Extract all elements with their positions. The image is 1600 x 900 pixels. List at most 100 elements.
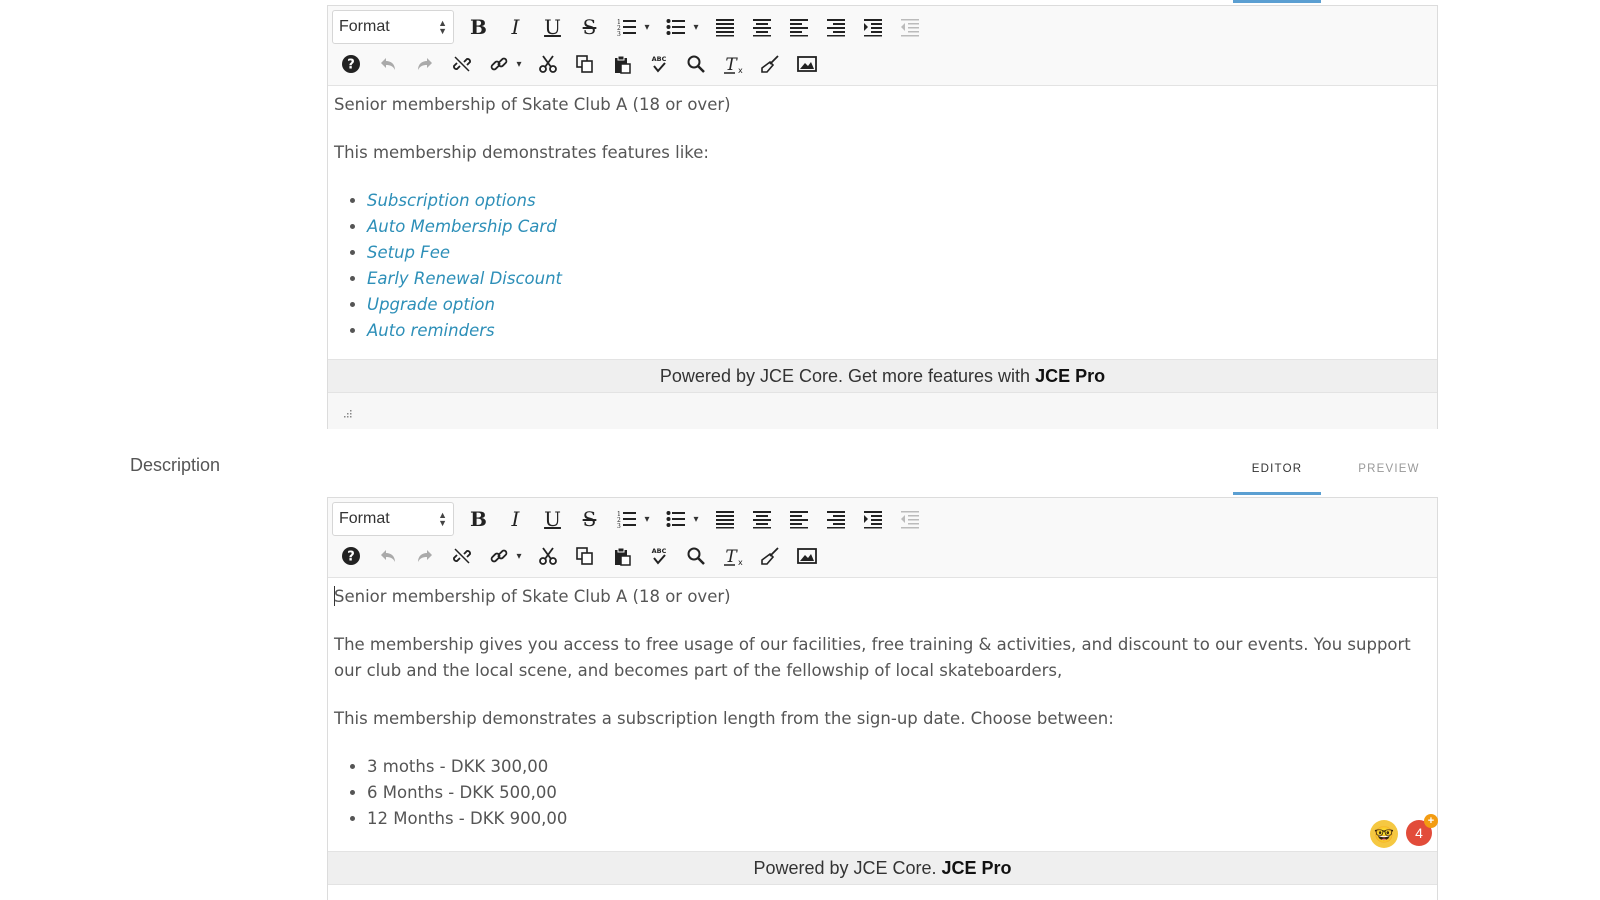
content-title: Senior membership of Skate Club A (18 or… xyxy=(334,584,1431,610)
copy-button[interactable] xyxy=(566,539,603,573)
nerd-face-icon[interactable]: 🤓 xyxy=(1370,820,1398,848)
notification-badge[interactable]: 4 + xyxy=(1406,814,1438,846)
editor-content-area[interactable]: Senior membership of Skate Club A (18 or… xyxy=(334,92,1431,344)
powered-by-bar: Powered by JCE Core. Get more features w… xyxy=(328,359,1437,393)
broom-icon xyxy=(760,547,779,565)
unordered-list-dropdown-button[interactable]: ▾ xyxy=(688,10,704,44)
justify-button[interactable] xyxy=(706,502,743,536)
indent-button[interactable] xyxy=(854,10,891,44)
jce-pro-link[interactable]: JCE Pro xyxy=(1035,366,1105,386)
ordered-list-icon: 123 xyxy=(617,19,636,37)
feature-link[interactable]: Setup Fee xyxy=(367,243,450,262)
rich-text-editor-description: Format ▲ ▼ B I U S 123 ▾ ▾ ? ▾ ABC T x S… xyxy=(327,497,1438,900)
list-item[interactable]: Upgrade option xyxy=(367,292,1431,318)
chevron-down-icon: ▾ xyxy=(644,21,650,33)
link-dropdown-button[interactable]: ▾ xyxy=(511,539,527,573)
tab-editor[interactable]: EDITOR xyxy=(1233,463,1321,475)
feature-list: Subscription options Auto Membership Car… xyxy=(334,188,1431,344)
ordered-list-dropdown-button[interactable]: ▾ xyxy=(639,502,655,536)
outdent-button[interactable] xyxy=(891,10,928,44)
bold-button[interactable]: B xyxy=(460,10,497,44)
undo-button[interactable] xyxy=(369,47,406,81)
help-button[interactable]: ? xyxy=(332,539,369,573)
resize-handle-icon[interactable] xyxy=(342,408,352,418)
image-icon xyxy=(796,56,817,72)
ordered-list-icon: 123 xyxy=(617,511,636,529)
outdent-icon xyxy=(900,19,919,37)
ordered-list-dropdown-button[interactable]: ▾ xyxy=(639,10,655,44)
help-icon: ? xyxy=(341,55,360,73)
format-select[interactable]: Format ▲ ▼ xyxy=(332,10,454,44)
cleanup-button[interactable] xyxy=(751,539,788,573)
remove-format-button[interactable]: Tx xyxy=(714,539,751,573)
align-center-icon xyxy=(752,19,771,37)
unlink-button[interactable] xyxy=(443,47,480,81)
spellcheck-button[interactable]: ABC xyxy=(640,539,677,573)
toolbar-row-1: Format ▲ ▼ B I U S 123 ▾ ▾ xyxy=(332,10,928,44)
italic-button[interactable]: I xyxy=(497,10,534,44)
spellcheck-button[interactable]: ABC xyxy=(640,47,677,81)
jce-pro-link[interactable]: JCE Pro xyxy=(942,858,1012,878)
align-center-button[interactable] xyxy=(743,10,780,44)
italic-button[interactable]: I xyxy=(497,502,534,536)
redo-button[interactable] xyxy=(406,539,443,573)
broom-icon xyxy=(760,55,779,73)
align-left-button[interactable] xyxy=(780,502,817,536)
list-item[interactable]: Setup Fee xyxy=(367,240,1431,266)
justify-icon xyxy=(715,511,734,529)
align-right-button[interactable] xyxy=(817,502,854,536)
copy-button[interactable] xyxy=(566,47,603,81)
unlink-button[interactable] xyxy=(443,539,480,573)
list-item[interactable]: Auto reminders xyxy=(367,318,1431,344)
paste-button[interactable] xyxy=(603,539,640,573)
chevron-down-icon: ▾ xyxy=(516,550,522,562)
feature-link[interactable]: Auto reminders xyxy=(367,321,495,340)
feature-link[interactable]: Early Renewal Discount xyxy=(367,269,562,288)
outdent-button[interactable] xyxy=(891,502,928,536)
feature-link[interactable]: Upgrade option xyxy=(367,295,495,314)
list-item[interactable]: Auto Membership Card xyxy=(367,214,1431,240)
paste-button[interactable] xyxy=(603,47,640,81)
indent-button[interactable] xyxy=(854,502,891,536)
unordered-list-dropdown-button[interactable]: ▾ xyxy=(688,502,704,536)
cleanup-button[interactable] xyxy=(751,47,788,81)
underline-button[interactable]: U xyxy=(534,10,571,44)
underline-button[interactable]: U xyxy=(534,502,571,536)
align-left-icon xyxy=(789,511,808,529)
strikethrough-button[interactable]: S xyxy=(571,502,608,536)
toolbar-row-2: ? ▾ ABC T x xyxy=(332,47,825,81)
feature-link[interactable]: Subscription options xyxy=(367,191,536,210)
editor-content-area[interactable]: Senior membership of Skate Club A (18 or… xyxy=(334,584,1431,832)
link-dropdown-button[interactable]: ▾ xyxy=(511,47,527,81)
align-center-button[interactable] xyxy=(743,502,780,536)
justify-icon xyxy=(715,19,734,37)
justify-button[interactable] xyxy=(706,10,743,44)
unlink-icon xyxy=(452,56,471,72)
chevron-down-icon: ▾ xyxy=(693,513,699,525)
strikethrough-button[interactable]: S xyxy=(571,10,608,44)
remove-format-button[interactable]: Tx xyxy=(714,47,751,81)
redo-button[interactable] xyxy=(406,47,443,81)
image-button[interactable] xyxy=(788,539,825,573)
link-icon xyxy=(490,57,507,71)
list-item[interactable]: Early Renewal Discount xyxy=(367,266,1431,292)
align-left-button[interactable] xyxy=(780,10,817,44)
align-right-button[interactable] xyxy=(817,10,854,44)
tab-preview[interactable]: PREVIEW xyxy=(1350,463,1428,475)
image-button[interactable] xyxy=(788,47,825,81)
format-select[interactable]: Format ▲ ▼ xyxy=(332,502,454,536)
feature-link[interactable]: Auto Membership Card xyxy=(367,217,557,236)
bold-button[interactable]: B xyxy=(460,502,497,536)
cut-button[interactable] xyxy=(529,47,566,81)
help-button[interactable]: ? xyxy=(332,47,369,81)
content-paragraph: The membership gives you access to free … xyxy=(334,635,1411,680)
search-button[interactable] xyxy=(677,539,714,573)
search-button[interactable] xyxy=(677,47,714,81)
undo-button[interactable] xyxy=(369,539,406,573)
image-icon xyxy=(796,548,817,564)
powered-by-text: Powered by JCE Core. Get more features w… xyxy=(659,366,1036,386)
search-icon xyxy=(687,55,705,73)
editor-toolbar: Format ▲ ▼ B I U S 123 ▾ ▾ ? ▾ ABC T x xyxy=(328,6,1437,86)
cut-button[interactable] xyxy=(529,539,566,573)
list-item[interactable]: Subscription options xyxy=(367,188,1431,214)
